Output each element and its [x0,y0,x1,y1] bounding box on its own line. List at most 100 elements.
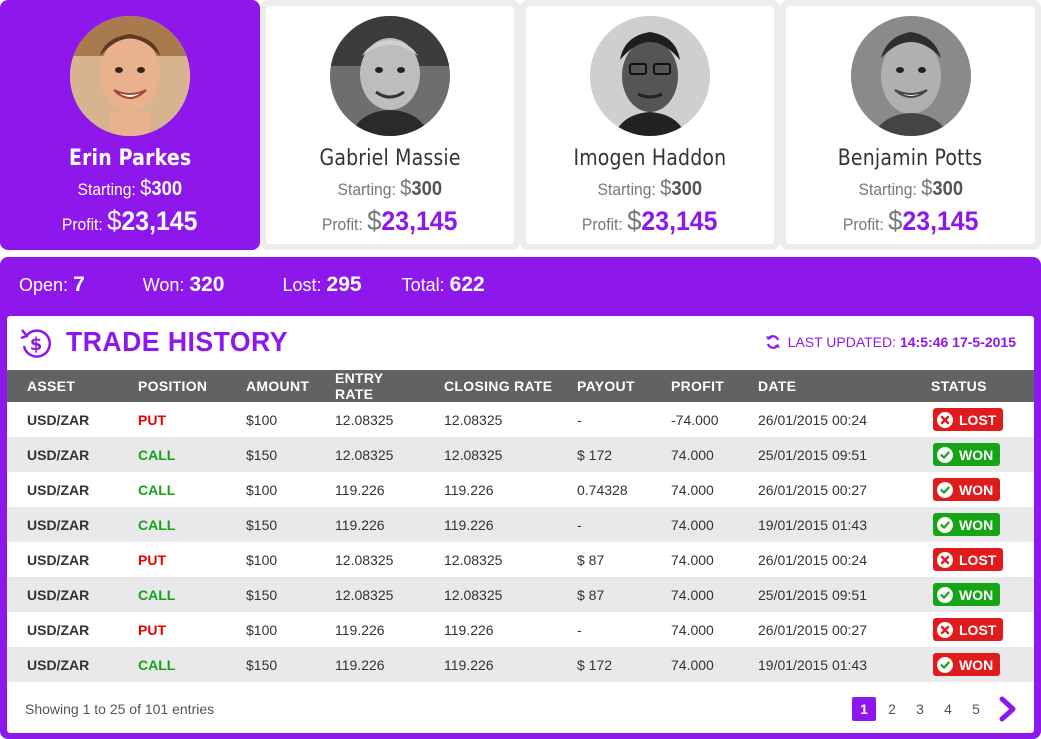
cell-date: 26/01/2015 00:24 [758,411,867,428]
trader-name: Benjamin Potts [838,146,983,171]
status-label: LOST [959,551,997,568]
check-circle-icon [937,656,953,673]
cell-payout: $ 172 [577,656,613,673]
status-badge: LOST [933,408,1004,431]
table-row[interactable]: USD/ZAR CALL $150 12.08325 12.08325 $ 87 74.00… [7,577,1034,612]
avatar [850,16,971,136]
trader-card-benjamin-potts[interactable]: Benjamin Potts Starting: $300 Profit: $2… [780,0,1041,250]
status-badge: WON [933,443,1001,466]
column-header-asset[interactable]: ASSET [7,370,118,402]
cell-profit: 74.000 [671,516,714,533]
check-circle-icon [937,481,953,498]
table-row[interactable]: USD/ZAR CALL $150 12.08325 12.08325 $ 172 74.0… [7,437,1034,472]
trade-history-header: $ TRADE HISTORY LAST UPDATED: 14:5:46 17-… [7,316,1034,370]
status-label: WON [959,516,994,533]
trade-history: $ TRADE HISTORY LAST UPDATED: 14:5:46 17-… [7,316,1034,733]
cell-profit: 74.000 [671,586,714,603]
last-updated: LAST UPDATED: 14:5:46 17-5-2015 [765,334,1016,350]
cell-date: 25/01/2015 09:51 [758,586,867,603]
column-header-payout[interactable]: PAYOUT [557,370,651,402]
cell-asset: USD/ZAR [27,656,90,673]
table-row[interactable]: USD/ZAR CALL $150 119.226 119.226 - 74.000 19/0… [7,507,1034,542]
avatar [590,16,710,136]
cell-entry: 119.226 [335,516,385,533]
cell-asset: USD/ZAR [27,586,90,603]
cell-closing: 12.08325 [444,446,503,463]
cell-status: WON [909,507,1034,542]
cell-date: 26/01/2015 00:24 [758,551,867,568]
column-header-entry-rate[interactable]: ENTRY RATE [315,370,424,402]
cell-asset: USD/ZAR [27,621,90,638]
cell-position: CALL [138,586,176,603]
page-4[interactable]: 4 [936,697,960,721]
column-header-status[interactable]: STATUS [909,370,1034,402]
stat-total: Total: 622 [401,273,485,296]
cell-entry: 12.08325 [335,586,394,603]
cell-position: PUT [138,551,166,568]
status-badge: WON [933,513,1001,536]
starting-amount: Starting: $300 [858,175,963,200]
profit-amount: Profit: $23,145 [62,205,198,236]
column-header-amount[interactable]: AMOUNT [226,370,315,402]
cell-payout: $ 87 [577,586,605,603]
cell-date: 19/01/2015 01:43 [758,516,867,533]
cell-position: CALL [138,656,176,673]
cell-entry: 119.226 [335,481,385,498]
cell-profit: 74.000 [671,481,714,498]
status-badge: WON [933,583,1001,606]
trader-cards: Erin Parkes Starting: $300 Profit: $23,1… [0,0,1041,250]
column-header-position[interactable]: POSITION [118,370,226,402]
table-row[interactable]: USD/ZAR PUT $100 12.08325 12.08325 - -74.000 26… [7,402,1034,437]
trader-card-erin-parkes[interactable]: Erin Parkes Starting: $300 Profit: $23,1… [0,0,260,250]
table-header-row: ASSET POSITION AMOUNT ENTRY RATE CLOSING… [7,370,1034,402]
cell-payout: $ 87 [577,551,605,568]
cell-status: WON [909,647,1034,682]
cell-entry: 12.08325 [335,411,394,428]
cell-profit: 74.000 [671,621,714,638]
status-label: LOST [959,621,997,638]
cell-closing: 119.226 [444,621,494,638]
trader-name: Imogen Haddon [573,146,727,171]
table-row[interactable]: USD/ZAR CALL $100 119.226 119.226 0.74328 74.0… [7,472,1034,507]
status-label: WON [959,586,994,603]
cell-closing: 12.08325 [444,586,503,603]
cell-asset: USD/ZAR [27,551,90,568]
cell-asset: USD/ZAR [27,481,90,498]
cell-asset: USD/ZAR [27,516,90,533]
entries-info: Showing 1 to 25 of 101 entries [25,701,215,717]
cell-amount: $150 [246,656,278,673]
cell-date: 25/01/2015 09:51 [758,446,867,463]
status-badge: LOST [933,618,1004,641]
column-header-profit[interactable]: PROFIT [651,370,738,402]
cell-status: LOST [909,612,1034,647]
column-header-closing-rate[interactable]: CLOSING RATE [424,370,557,402]
cell-closing: 119.226 [444,481,494,498]
table-row[interactable]: USD/ZAR PUT $100 119.226 119.226 - 74.000 26/01… [7,612,1034,647]
cell-entry: 12.08325 [335,551,394,568]
chevron-right-icon[interactable] [996,695,1020,723]
column-header-date[interactable]: DATE [738,370,909,402]
table-footer: Showing 1 to 25 of 101 entries 1 2 3 4 5 [7,691,1034,733]
trader-card-gabriel-massie[interactable]: Gabriel Massie Starting: $300 Profit: $2… [260,0,520,250]
cell-entry: 119.226 [335,656,385,673]
cell-entry: 12.08325 [335,446,394,463]
cell-profit: 74.000 [671,656,714,673]
cell-payout: - [577,516,582,533]
trader-card-imogen-haddon[interactable]: Imogen Haddon Starting: $300 Profit: $23… [520,0,780,250]
cell-profit: 74.000 [671,446,714,463]
cell-asset: USD/ZAR [27,446,90,463]
refresh-icon[interactable] [765,334,781,350]
cell-amount: $100 [246,551,278,568]
cell-entry: 119.226 [335,621,385,638]
page-2[interactable]: 2 [880,697,904,721]
status-badge: LOST [933,548,1004,571]
page-3[interactable]: 3 [908,697,932,721]
cell-position: CALL [138,481,176,498]
table-row[interactable]: USD/ZAR CALL $150 119.226 119.226 $ 172 74.000… [7,647,1034,682]
table-row[interactable]: USD/ZAR PUT $100 12.08325 12.08325 $ 87 74.000… [7,542,1034,577]
profit-amount: Profit: $23,145 [842,205,979,236]
cell-status: LOST [909,542,1034,577]
page-5[interactable]: 5 [964,697,988,721]
page-1[interactable]: 1 [852,697,876,721]
cell-amount: $150 [246,586,278,603]
